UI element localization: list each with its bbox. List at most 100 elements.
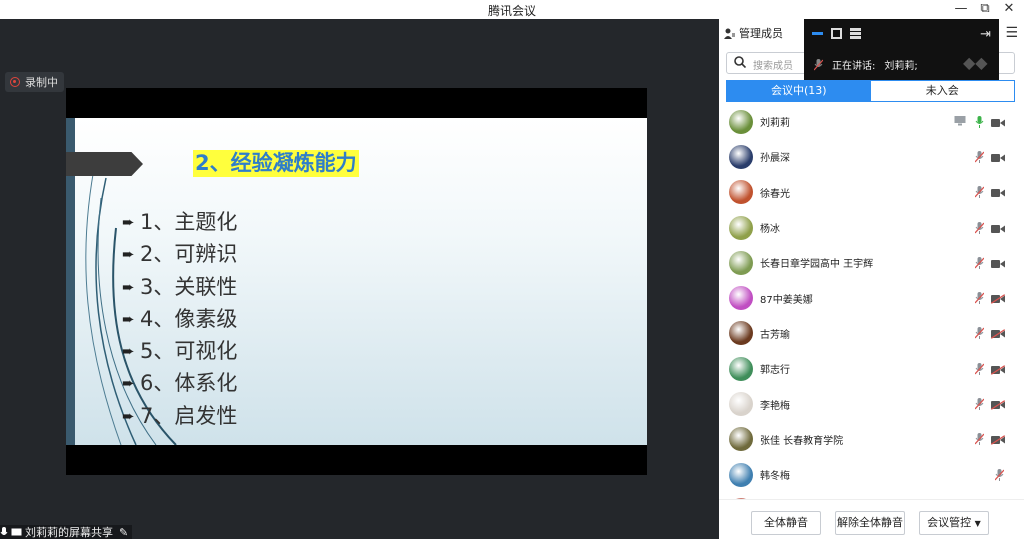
minimize-button[interactable]: —	[951, 1, 971, 17]
avatar[interactable]	[729, 180, 753, 205]
member-row[interactable]: 徐春光	[719, 175, 1024, 210]
camera-off-icon[interactable]	[990, 294, 1006, 305]
camera-off-icon[interactable]	[990, 435, 1006, 446]
overlay-view-tools	[812, 28, 861, 39]
slide-arrow-shape	[66, 152, 143, 176]
camera-icon[interactable]	[991, 188, 1005, 198]
arrow-bullet-icon: ➨	[122, 309, 135, 328]
mic-muted-icon[interactable]	[974, 256, 985, 269]
screen-share-icon	[11, 528, 22, 535]
avatar[interactable]	[729, 356, 753, 381]
avatar[interactable]	[729, 321, 753, 346]
slide-list-item: ➨ 5、可视化	[122, 335, 237, 367]
camera-off-icon[interactable]	[990, 329, 1006, 340]
arrow-bullet-icon: ➨	[122, 277, 135, 296]
member-name: 刘莉莉	[760, 118, 790, 130]
member-list: 刘莉莉孙晨深徐春光杨冰长春日章学园高中 王宇辉 87中姜美娜 古芳瑜郭志行李艳梅张佳…	[719, 104, 1024, 499]
menu-icon[interactable]: ☰	[1005, 25, 1018, 41]
arrow-bullet-icon: ➨	[122, 406, 135, 425]
mic-muted-icon[interactable]	[974, 398, 985, 411]
members-panel: 管理成员 ☰ 搜索成员 ⇥ 正在讲话: 刘莉莉; ◆◆ 会议中(13) 未入会 …	[719, 19, 1024, 539]
slide-list-item: ➨ 1、主题化	[122, 206, 237, 238]
mic-muted-icon[interactable]	[994, 468, 1005, 481]
member-row[interactable]: 张佳 长春教育学院	[719, 422, 1024, 457]
member-row[interactable]: 孙晨深	[719, 139, 1024, 174]
mic-icon	[0, 526, 8, 535]
avatar[interactable]	[729, 286, 753, 311]
member-row[interactable]: 杨冰	[719, 210, 1024, 245]
mic-muted-icon[interactable]	[974, 433, 985, 446]
mic-icon[interactable]	[975, 115, 984, 128]
speaking-prefix: 正在讲话:	[832, 61, 876, 72]
camera-icon[interactable]	[991, 258, 1005, 268]
slide-heading: 2、经验凝炼能力	[193, 150, 359, 177]
camera-icon[interactable]	[991, 117, 1005, 127]
mic-muted-icon[interactable]	[974, 362, 985, 375]
camera-icon[interactable]	[991, 223, 1005, 233]
member-row[interactable]: 刘莉莉	[719, 104, 1024, 139]
member-row[interactable]: 郭志行	[719, 351, 1024, 386]
exit-panel-icon[interactable]: ⇥	[980, 27, 991, 42]
avatar[interactable]	[729, 144, 753, 169]
slide-list-item: ➨ 4、像素级	[122, 303, 237, 335]
member-name: 孙晨深	[760, 153, 790, 165]
shared-screen: 2、经验凝炼能力 ➨ 1、主题化 ➨ 2、可辨识 ➨ 3、关联性 ➨ 4、像素级 ➨ 5、…	[66, 88, 647, 475]
restore-button[interactable]: ⧉	[975, 1, 995, 17]
member-name: 郭志行	[760, 365, 790, 377]
window-title: 腾讯会议	[487, 4, 536, 18]
close-button[interactable]: ✕	[999, 1, 1019, 17]
member-name: 徐春光	[760, 188, 790, 200]
member-row[interactable]: 王	[719, 492, 1024, 499]
member-row[interactable]: 李艳梅	[719, 386, 1024, 421]
mic-muted-icon[interactable]	[974, 292, 985, 305]
speaking-overlay: ⇥ 正在讲话: 刘莉莉; ◆◆	[804, 19, 999, 80]
meeting-control-label: 会议管控	[927, 516, 972, 529]
minimize-view-icon[interactable]	[812, 32, 823, 35]
avatar[interactable]	[729, 462, 753, 487]
search-placeholder: 搜索成员	[753, 61, 793, 72]
speaking-indicator: 正在讲话: 刘莉莉;	[814, 57, 918, 72]
search-icon	[734, 56, 747, 71]
tab-in-meeting[interactable]: 会议中(13)	[727, 81, 871, 101]
speaking-name: 刘莉莉;	[884, 61, 918, 72]
camera-off-icon[interactable]	[990, 364, 1006, 375]
window-view-icon[interactable]	[831, 28, 842, 39]
list-view-icon[interactable]	[850, 28, 861, 39]
mic-muted-icon[interactable]	[974, 221, 985, 234]
mic-muted-icon[interactable]	[974, 150, 985, 163]
screen-share-icon	[954, 115, 966, 128]
panel-footer: 全体静音 解除全体静音 会议管控 ▼	[719, 499, 1024, 539]
member-name: 张佳 长春教育学院	[760, 435, 844, 447]
member-name: 李艳梅	[760, 400, 790, 412]
avatar[interactable]	[729, 109, 753, 134]
member-row[interactable]: 古芳瑜	[719, 316, 1024, 351]
share-label-bar: 刘莉莉的屏幕共享 ✎	[0, 525, 133, 539]
member-name: 韩冬梅	[760, 471, 790, 483]
slide-list: ➨ 1、主题化 ➨ 2、可辨识 ➨ 3、关联性 ➨ 4、像素级 ➨ 5、可视化 ➨ 6、体系…	[122, 206, 237, 432]
camera-icon[interactable]	[991, 152, 1005, 162]
unmute-all-button[interactable]: 解除全体静音	[835, 511, 905, 535]
recording-badge[interactable]: 录制中	[5, 72, 64, 92]
members-icon	[724, 28, 735, 39]
slide-list-item: ➨ 3、关联性	[122, 271, 237, 303]
member-row[interactable]: 87中姜美娜	[719, 280, 1024, 315]
member-tabs: 会议中(13) 未入会	[726, 80, 1015, 102]
arrow-bullet-icon: ➨	[122, 374, 135, 393]
manage-members-title: 管理成员	[739, 27, 783, 40]
avatar[interactable]	[729, 215, 753, 240]
member-row[interactable]: 韩冬梅	[719, 457, 1024, 492]
member-row[interactable]: 长春日章学园高中 王宇辉	[719, 245, 1024, 280]
edit-icon[interactable]: ✎	[119, 526, 128, 539]
avatar[interactable]	[729, 392, 753, 417]
arrow-bullet-icon: ➨	[122, 342, 135, 361]
tab-not-joined[interactable]: 未入会	[870, 81, 1014, 101]
avatar[interactable]	[729, 250, 753, 275]
mic-muted-icon[interactable]	[974, 186, 985, 199]
member-name: 杨冰	[760, 224, 780, 236]
slide-list-item: ➨ 6、体系化	[122, 367, 237, 399]
avatar[interactable]	[729, 427, 753, 452]
mic-muted-icon[interactable]	[974, 327, 985, 340]
mute-all-button[interactable]: 全体静音	[751, 511, 821, 535]
camera-off-icon[interactable]	[990, 399, 1006, 411]
meeting-control-button[interactable]: 会议管控 ▼	[919, 511, 989, 535]
